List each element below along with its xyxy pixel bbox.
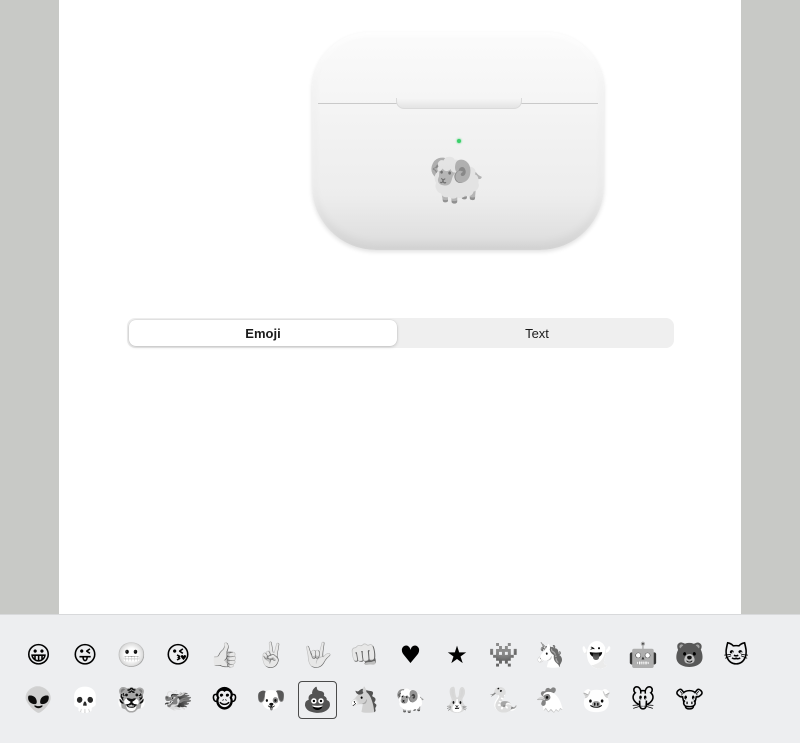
emoji-picker-tray: 😀 😜 😬 😘 👍 ✌️ 🤟 👊 ♥ ★ 👾 🦄 👻 🤖 🐻 🐱 👽 💀 🐯 🐲 🐵 🐶 💩 🐴 🐏 🐰 🐍 🐔 🐷 🐭 🐮	[0, 614, 800, 743]
emoji-row-1: 😀 😜 😬 😘 👍 ✌️ 🤟 👊 ♥ ★ 👾 🦄 👻 🤖 🐻 🐱	[19, 636, 763, 674]
alien-icon[interactable]: 👽	[19, 681, 58, 719]
skull-icon[interactable]: 💀	[66, 681, 105, 719]
monkey-icon[interactable]: 🐵	[205, 681, 244, 719]
star-icon[interactable]: ★	[438, 636, 477, 674]
status-led	[457, 139, 461, 143]
airpods-case-preview: 🐏	[312, 32, 604, 250]
winking-tongue-face-icon[interactable]: 😜	[66, 636, 105, 674]
dog-icon[interactable]: 🐶	[252, 681, 291, 719]
snake-icon[interactable]: 🐍	[484, 681, 523, 719]
engraved-ram-icon: 🐏	[428, 150, 486, 205]
cat-icon[interactable]: 🐱	[717, 636, 756, 674]
grimacing-face-icon[interactable]: 😬	[112, 636, 151, 674]
ram-icon[interactable]: 🐏	[391, 681, 430, 719]
cow-icon[interactable]: 🐮	[670, 681, 709, 719]
rabbit-icon[interactable]: 🐰	[438, 681, 477, 719]
dragon-icon[interactable]: 🐲	[159, 681, 198, 719]
space-invader-icon[interactable]: 👾	[484, 636, 523, 674]
victory-hand-icon[interactable]: ✌️	[252, 636, 291, 674]
emoji-row-2: 👽 💀 🐯 🐲 🐵 🐶 💩 🐴 🐏 🐰 🐍 🐔 🐷 🐭 🐮	[19, 681, 717, 719]
ghost-icon[interactable]: 👻	[577, 636, 616, 674]
fist-bump-icon[interactable]: 👊	[345, 636, 384, 674]
mouse-icon[interactable]: 🐭	[624, 681, 663, 719]
bear-icon[interactable]: 🐻	[670, 636, 709, 674]
case-lid-notch	[396, 98, 522, 109]
tiger-icon[interactable]: 🐯	[112, 681, 151, 719]
thumbs-up-icon[interactable]: 👍	[205, 636, 244, 674]
poop-icon[interactable]: 💩	[298, 681, 337, 719]
love-you-gesture-icon[interactable]: 🤟	[298, 636, 337, 674]
grinning-face-icon[interactable]: 😀	[19, 636, 58, 674]
tab-text[interactable]: Text	[403, 320, 671, 346]
unicorn-icon[interactable]: 🦄	[531, 636, 570, 674]
horse-icon[interactable]: 🐴	[345, 681, 384, 719]
engraving-preview-panel: 🐏	[59, 0, 741, 614]
robot-icon[interactable]: 🤖	[624, 636, 663, 674]
heart-icon[interactable]: ♥	[391, 636, 430, 674]
pig-icon[interactable]: 🐷	[577, 681, 616, 719]
tab-emoji[interactable]: Emoji	[129, 320, 397, 346]
engraving-type-segmented-control: Emoji Text	[127, 318, 674, 348]
rooster-icon[interactable]: 🐔	[531, 681, 570, 719]
kissing-face-icon[interactable]: 😘	[159, 636, 198, 674]
